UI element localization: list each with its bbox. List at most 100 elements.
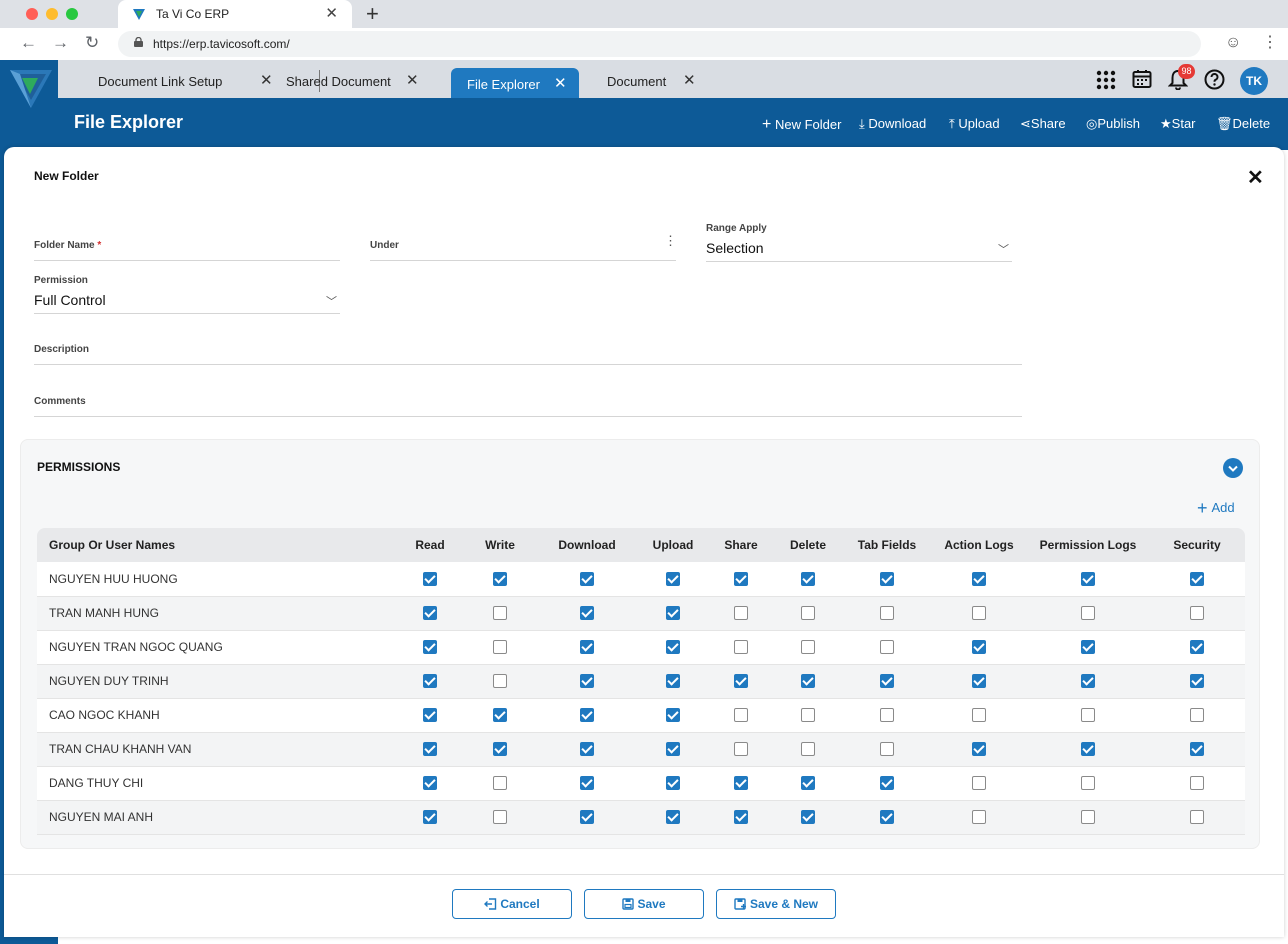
permission-checkbox[interactable] — [801, 640, 815, 655]
permission-checkbox[interactable] — [972, 810, 986, 825]
permission-checkbox[interactable] — [1190, 810, 1204, 825]
permission-checkbox[interactable] — [423, 708, 437, 723]
permission-checkbox[interactable] — [666, 606, 680, 621]
permission-checkbox[interactable] — [1081, 674, 1095, 689]
permission-checkbox[interactable] — [1190, 708, 1204, 723]
permission-checkbox[interactable] — [880, 742, 894, 757]
browser-menu-icon[interactable]: ⋮ — [1262, 32, 1278, 52]
reload-icon[interactable]: ↻ — [85, 33, 99, 53]
permission-checkbox[interactable] — [580, 810, 594, 825]
permission-checkbox[interactable] — [734, 572, 748, 587]
tab-file-explorer[interactable]: File Explorer ✕ — [451, 68, 579, 98]
permission-checkbox[interactable] — [801, 572, 815, 587]
more-options-icon[interactable]: ⋮ — [664, 233, 677, 249]
permission-checkbox[interactable] — [972, 776, 986, 791]
maximize-window-button[interactable] — [66, 8, 78, 20]
permission-checkbox[interactable] — [880, 674, 894, 689]
cancel-button[interactable]: Cancel — [452, 889, 572, 919]
permission-checkbox[interactable] — [666, 640, 680, 655]
permission-checkbox[interactable] — [880, 572, 894, 587]
permission-checkbox[interactable] — [1190, 640, 1204, 655]
comments-field[interactable]: Comments — [34, 389, 1022, 417]
permission-checkbox[interactable] — [801, 742, 815, 757]
back-icon[interactable]: ← — [20, 33, 37, 53]
permission-checkbox[interactable] — [666, 674, 680, 689]
save-button[interactable]: Save — [584, 889, 704, 919]
new-folder-action[interactable]: + New Folder — [762, 116, 841, 134]
permission-checkbox[interactable] — [493, 674, 507, 689]
permission-checkbox[interactable] — [1190, 776, 1204, 791]
permission-checkbox[interactable] — [423, 810, 437, 825]
save-and-new-button[interactable]: Save & New — [716, 889, 836, 919]
close-tab-icon[interactable]: ✕ — [683, 71, 696, 89]
permission-checkbox[interactable] — [801, 776, 815, 791]
permission-checkbox[interactable] — [1081, 742, 1095, 757]
permission-checkbox[interactable] — [880, 810, 894, 825]
star-action[interactable]: ★Star — [1160, 116, 1196, 132]
permission-checkbox[interactable] — [880, 776, 894, 791]
minimize-window-button[interactable] — [46, 8, 58, 20]
permission-checkbox[interactable] — [423, 606, 437, 621]
permission-checkbox[interactable] — [972, 708, 986, 723]
close-window-button[interactable] — [26, 8, 38, 20]
tab-document[interactable]: Document ✕ — [591, 68, 709, 98]
permission-checkbox[interactable] — [423, 776, 437, 791]
permission-checkbox[interactable] — [972, 742, 986, 757]
permission-checkbox[interactable] — [666, 708, 680, 723]
delete-action[interactable]: 🗑Delete — [1216, 116, 1270, 132]
share-action[interactable]: ⋖Share — [1020, 116, 1066, 132]
permission-checkbox[interactable] — [734, 810, 748, 825]
permission-checkbox[interactable] — [972, 674, 986, 689]
permission-checkbox[interactable] — [734, 776, 748, 791]
permission-checkbox[interactable] — [801, 810, 815, 825]
close-icon[interactable]: ✕ — [1247, 165, 1264, 190]
folder-name-field[interactable]: Folder Name * — [34, 225, 340, 261]
upload-action[interactable]: ⤒ Upload — [949, 116, 1000, 132]
apps-grid-icon[interactable] — [1096, 70, 1116, 90]
permission-checkbox[interactable] — [580, 606, 594, 621]
permission-checkbox[interactable] — [734, 708, 748, 723]
permission-checkbox[interactable] — [423, 572, 437, 587]
close-tab-icon[interactable]: ✕ — [554, 74, 567, 92]
permission-checkbox[interactable] — [493, 572, 507, 587]
permission-checkbox[interactable] — [1190, 742, 1204, 757]
permission-checkbox[interactable] — [801, 674, 815, 689]
download-action[interactable]: ⤓ Download — [859, 116, 926, 132]
tab-shared-document[interactable]: Shared Document ✕ — [270, 68, 440, 98]
permission-checkbox[interactable] — [1081, 776, 1095, 791]
permission-checkbox[interactable] — [972, 640, 986, 655]
permission-checkbox[interactable] — [801, 708, 815, 723]
permission-checkbox[interactable] — [734, 742, 748, 757]
url-field[interactable]: https://erp.tavicosoft.com/ — [118, 31, 1201, 57]
permission-checkbox[interactable] — [1081, 572, 1095, 587]
range-apply-select[interactable]: Range Apply Selection ﹀ — [706, 223, 1012, 262]
permission-checkbox[interactable] — [493, 640, 507, 655]
add-permission-button[interactable]: + Add — [1197, 498, 1235, 519]
permission-checkbox[interactable] — [734, 640, 748, 655]
permission-checkbox[interactable] — [972, 572, 986, 587]
calendar-icon[interactable] — [1132, 69, 1152, 89]
permission-checkbox[interactable] — [880, 640, 894, 655]
close-tab-icon[interactable]: ✕ — [325, 4, 338, 22]
under-field[interactable]: Under ⋮ — [370, 225, 677, 261]
permission-checkbox[interactable] — [666, 572, 680, 587]
permission-checkbox[interactable] — [423, 674, 437, 689]
permission-checkbox[interactable] — [666, 776, 680, 791]
permission-checkbox[interactable] — [493, 742, 507, 757]
permission-checkbox[interactable] — [580, 776, 594, 791]
permission-checkbox[interactable] — [493, 810, 507, 825]
permission-checkbox[interactable] — [734, 674, 748, 689]
permission-checkbox[interactable] — [801, 606, 815, 621]
permission-select[interactable]: Permission Full Control ﹀ — [34, 275, 340, 314]
permission-checkbox[interactable] — [580, 640, 594, 655]
collapse-toggle-button[interactable] — [1223, 458, 1243, 478]
permission-checkbox[interactable] — [666, 742, 680, 757]
profile-icon[interactable]: ☺ — [1225, 34, 1241, 52]
help-icon[interactable] — [1204, 69, 1225, 90]
new-tab-button[interactable]: + — [366, 1, 379, 27]
permission-checkbox[interactable] — [580, 572, 594, 587]
description-field[interactable]: Description — [34, 337, 1022, 365]
permission-checkbox[interactable] — [1081, 708, 1095, 723]
tavico-logo-icon[interactable] — [8, 66, 54, 112]
permission-checkbox[interactable] — [880, 606, 894, 621]
